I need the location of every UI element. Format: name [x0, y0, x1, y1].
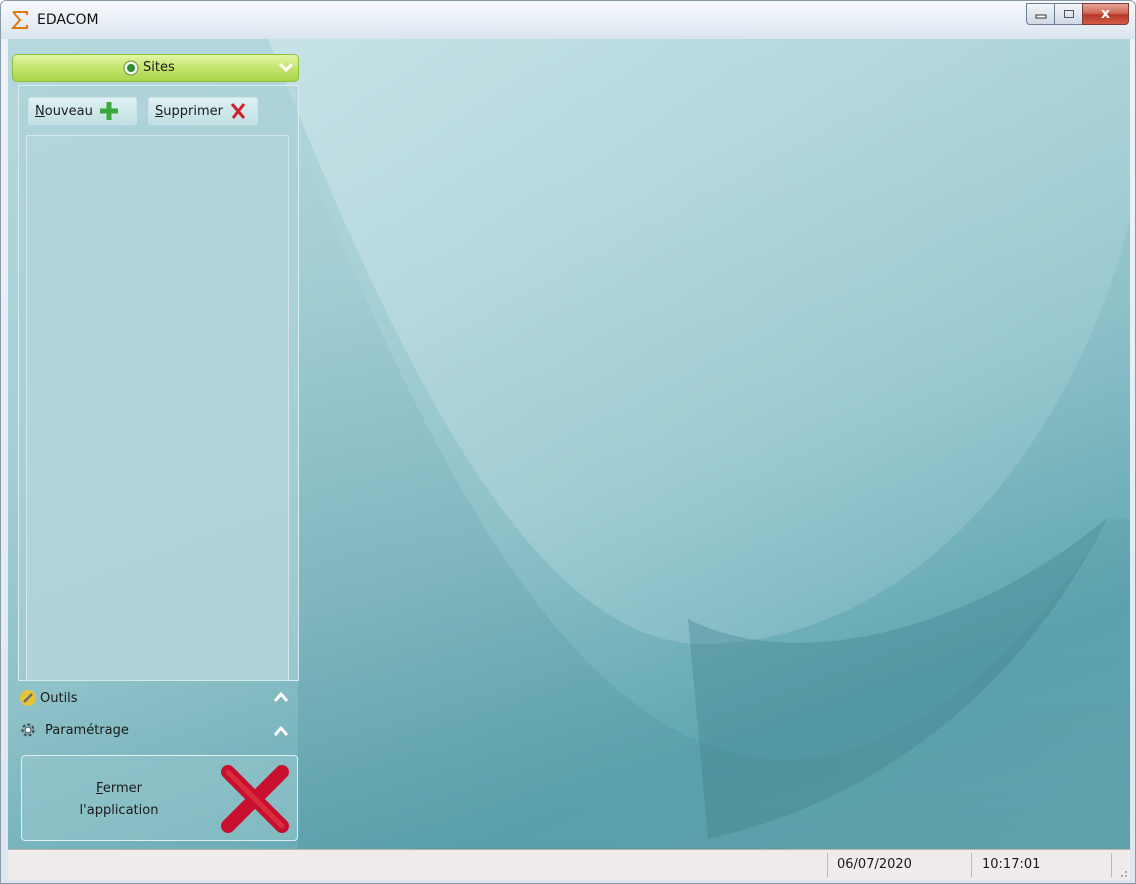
gear-icon	[21, 723, 35, 737]
app-window: EDACOM x Sites Nouveau Supprimer Outils …	[0, 0, 1136, 884]
status-time: 10:17:01	[982, 857, 1041, 872]
window-controls: x	[1026, 3, 1129, 25]
new-button[interactable]: Nouveau	[28, 97, 137, 125]
close-button[interactable]: x	[1082, 3, 1129, 25]
minimize-button[interactable]	[1026, 3, 1054, 25]
section-parametrage[interactable]: Paramétrage	[19, 718, 129, 742]
globe-icon	[123, 60, 139, 76]
status-separator	[971, 853, 972, 877]
delete-x-icon	[230, 103, 246, 119]
close-icon: x	[1100, 6, 1111, 22]
big-red-x-icon	[221, 765, 289, 833]
chevron-up-icon[interactable]	[273, 725, 289, 737]
new-button-label-rest: ouveau	[44, 103, 93, 119]
close-application-line1-rest: ermer	[102, 781, 142, 796]
status-separator	[827, 853, 828, 877]
new-button-label: Nouveau	[35, 103, 93, 119]
sigma-app-icon	[11, 11, 28, 29]
section-outils[interactable]: Outils	[19, 686, 78, 710]
delete-button-label-rest: upprimer	[163, 103, 223, 119]
status-date: 06/07/2020	[837, 857, 912, 872]
minimize-icon	[1035, 14, 1046, 19]
close-application-line1: Fermer	[96, 781, 142, 796]
section-outils-label: Outils	[40, 690, 78, 706]
chevron-up-icon[interactable]	[273, 691, 289, 703]
section-parametrage-label: Paramétrage	[45, 722, 129, 738]
maximize-icon	[1063, 10, 1074, 18]
maximize-button[interactable]	[1054, 3, 1082, 25]
delete-button-label: Supprimer	[155, 103, 223, 119]
close-application-button[interactable]: Fermer l'application	[21, 755, 298, 841]
sites-header-label: Sites	[143, 60, 175, 75]
resize-grip-icon[interactable]	[1116, 866, 1128, 878]
chevron-down-icon[interactable]	[278, 60, 294, 74]
close-application-label: Fermer l'application	[64, 778, 174, 822]
delete-button[interactable]: Supprimer	[148, 97, 258, 125]
close-application-line2: l'application	[79, 803, 159, 818]
sites-header[interactable]: Sites	[12, 54, 299, 82]
status-separator	[1111, 853, 1112, 877]
tools-icon	[20, 690, 36, 706]
plus-icon	[99, 102, 118, 120]
window-title: EDACOM	[37, 12, 99, 28]
status-bar: 06/07/2020 10:17:01	[8, 849, 1130, 880]
title-bar[interactable]: EDACOM x	[1, 1, 1135, 39]
sites-list[interactable]	[26, 135, 289, 681]
